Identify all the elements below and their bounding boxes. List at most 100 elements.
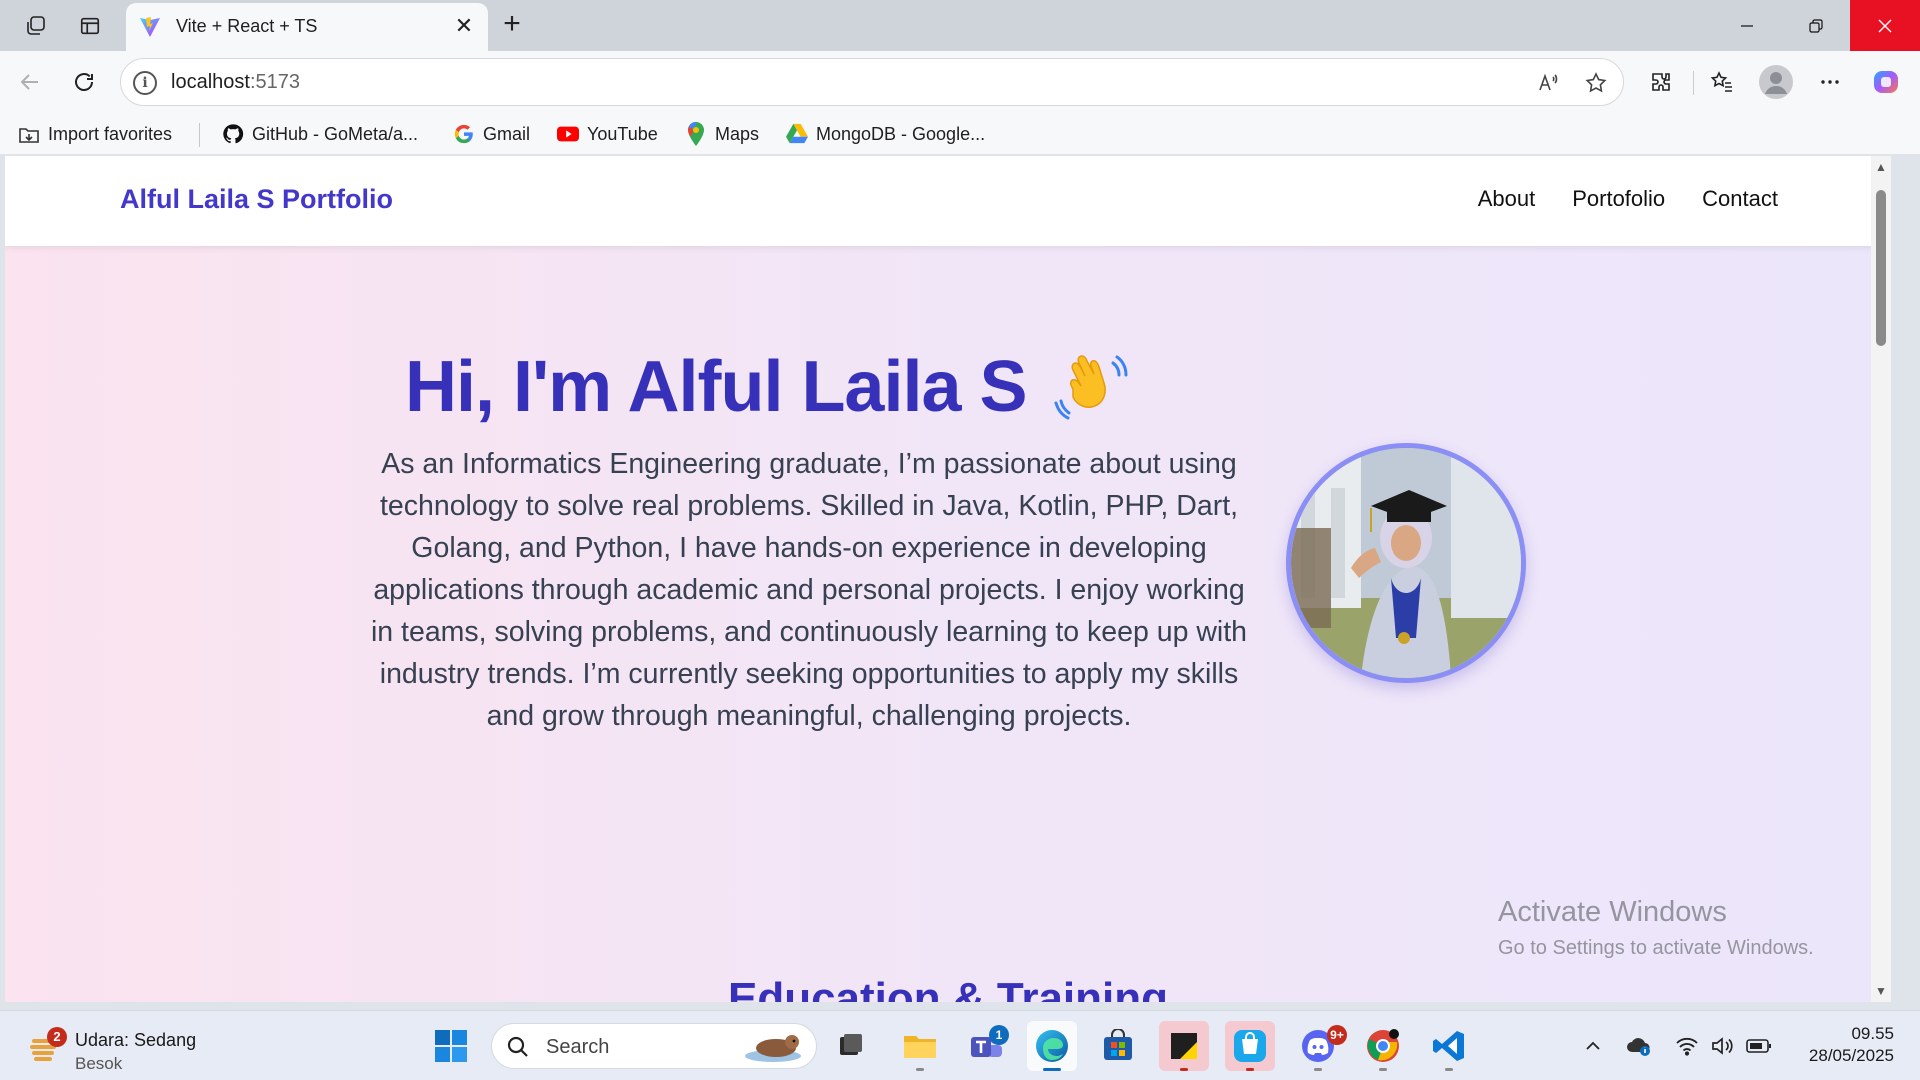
taskbar-store[interactable] [1093, 1021, 1143, 1071]
favorite-youtube[interactable]: YouTube [557, 119, 658, 149]
favorite-label: GitHub - GoMeta/a... [252, 123, 419, 144]
favorites-bar: Import favorites GitHub - GoMeta/a... Gm… [0, 113, 1920, 155]
more-menu-icon[interactable] [1812, 64, 1848, 100]
clock-time: 09.55 [1851, 1024, 1894, 1043]
favorite-maps[interactable]: Maps [685, 119, 759, 149]
taskbar-vscode[interactable] [1424, 1021, 1474, 1071]
nav-contact-link[interactable]: Contact [1702, 186, 1778, 212]
taskbar-search[interactable]: Search [491, 1023, 817, 1069]
maps-icon [685, 122, 707, 146]
watermark-title: Activate Windows [1498, 896, 1727, 928]
taskbar-chrome[interactable] [1358, 1021, 1408, 1071]
volume-icon[interactable] [1709, 1033, 1735, 1059]
running-indicator [1379, 1068, 1387, 1071]
watermark-subtitle: Go to Settings to activate Windows. [1498, 937, 1814, 959]
search-placeholder: Search [546, 1036, 610, 1058]
restore-button[interactable] [1781, 0, 1851, 51]
youtube-icon [557, 123, 579, 145]
taskbar-edge[interactable] [1027, 1021, 1077, 1071]
back-icon[interactable] [12, 64, 48, 100]
running-indicator [1246, 1068, 1254, 1071]
site-brand-link[interactable]: Alful Laila S Portfolio [120, 184, 393, 215]
scrollbar-thumb[interactable] [1876, 190, 1886, 346]
sticky-notes-icon [1171, 1033, 1197, 1059]
browser-title-bar: Vite + React + TS ✕ + [0, 0, 1920, 51]
folder-icon [904, 1036, 936, 1058]
chrome-icon [1367, 1029, 1399, 1062]
running-indicator [1314, 1068, 1322, 1071]
tab-actions-icon[interactable] [74, 10, 106, 42]
tab-close-icon[interactable]: ✕ [450, 12, 478, 40]
taskbar-teams[interactable]: 1 [961, 1021, 1011, 1071]
browser-toolbar: i localhost:5173 [0, 51, 1920, 113]
taskbar-tablet-app[interactable] [1225, 1021, 1275, 1071]
favorites-divider [199, 123, 200, 147]
scroll-up-icon[interactable]: ▲ [1875, 161, 1887, 173]
nav-portofolio-link[interactable]: Portofolio [1572, 186, 1665, 212]
weather-widget[interactable]: 2 Udara: Sedang Besok [26, 1021, 216, 1073]
favorite-label: MongoDB - Google... [816, 123, 986, 144]
taskbar-sticky-notes[interactable] [1159, 1021, 1209, 1071]
profile-avatar-icon[interactable] [1758, 64, 1794, 100]
profile-photo [1286, 443, 1526, 683]
discord-badge: 9+ [1327, 1025, 1347, 1045]
favorite-import[interactable]: Import favorites [18, 119, 172, 149]
favorite-star-icon[interactable] [1582, 69, 1610, 97]
favorite-github[interactable]: GitHub - GoMeta/a... [222, 119, 418, 149]
search-highlight-otter-icon [745, 1035, 801, 1062]
toolbar-divider [1693, 71, 1694, 95]
url-port: :5173 [249, 71, 300, 93]
browser-tab-active[interactable]: Vite + React + TS ✕ [126, 3, 488, 51]
graduate-photo-illustration [1291, 448, 1521, 678]
running-indicator [916, 1068, 924, 1071]
tab-title: Vite + React + TS [176, 16, 318, 36]
favorite-label: YouTube [587, 123, 658, 144]
education-section-title: Education & Training [727, 974, 1169, 1002]
onedrive-cloud-icon[interactable] [1626, 1033, 1652, 1059]
battery-icon[interactable] [1746, 1033, 1772, 1059]
favorite-label: Import favorites [48, 123, 173, 144]
taskbar-discord[interactable]: 9+ [1293, 1021, 1347, 1071]
url-text[interactable]: localhost:5173 [171, 71, 300, 94]
extensions-icon[interactable] [1643, 64, 1679, 100]
waving-hand-icon [1054, 355, 1128, 420]
wifi-icon[interactable] [1674, 1033, 1700, 1059]
url-host: localhost [171, 71, 250, 93]
task-view-icon [840, 1034, 862, 1055]
edge-icon [1036, 1030, 1068, 1062]
taskbar-task-view[interactable] [826, 1021, 876, 1071]
activate-windows-watermark: Activate Windows Go to Settings to activ… [1498, 896, 1814, 960]
running-indicator [1445, 1068, 1453, 1071]
nav-about-link[interactable]: About [1478, 186, 1536, 212]
page-scrollbar[interactable]: ▲ ▼ [1871, 156, 1891, 1002]
close-window-button[interactable] [1850, 0, 1920, 51]
start-button[interactable] [426, 1021, 476, 1071]
favorite-mongodb-drive[interactable]: MongoDB - Google... [786, 119, 985, 149]
system-clock[interactable]: 09.55 28/05/2025 [1809, 1023, 1894, 1067]
copilot-icon[interactable] [1868, 64, 1904, 100]
workspaces-icon[interactable] [20, 10, 52, 42]
drive-icon [786, 123, 808, 145]
site-info-icon[interactable]: i [133, 71, 157, 95]
store-icon [1104, 1029, 1132, 1060]
hero-title-text: Hi, I'm Alful Laila S [405, 347, 1028, 427]
vite-icon [140, 17, 160, 37]
refresh-icon[interactable] [66, 64, 102, 100]
hero-title: Hi, I'm Alful Laila S [405, 346, 1129, 428]
address-bar[interactable]: i localhost:5173 [120, 58, 1624, 106]
scroll-down-icon[interactable]: ▼ [1875, 985, 1887, 997]
minimize-button[interactable] [1712, 0, 1782, 51]
vscode-icon [1433, 1031, 1464, 1061]
favorite-label: Gmail [483, 123, 531, 144]
weather-badge: 2 [47, 1027, 67, 1047]
show-hidden-icons-chevron-icon[interactable] [1580, 1033, 1606, 1059]
site-nav: About Portofolio Contact [1478, 186, 1778, 212]
favorites-icon[interactable] [1704, 64, 1740, 100]
read-aloud-icon[interactable] [1535, 69, 1563, 97]
new-tab-button[interactable]: + [496, 8, 528, 40]
favorite-gmail[interactable]: Gmail [453, 119, 530, 149]
taskbar-file-explorer[interactable] [895, 1021, 945, 1071]
windows-taskbar: 2 Udara: Sedang Besok Search 1 9+ 09.55 … [0, 1010, 1920, 1080]
hero-description: As an Informatics Engineering graduate, … [370, 448, 1248, 732]
windows-logo-icon [435, 1030, 467, 1062]
